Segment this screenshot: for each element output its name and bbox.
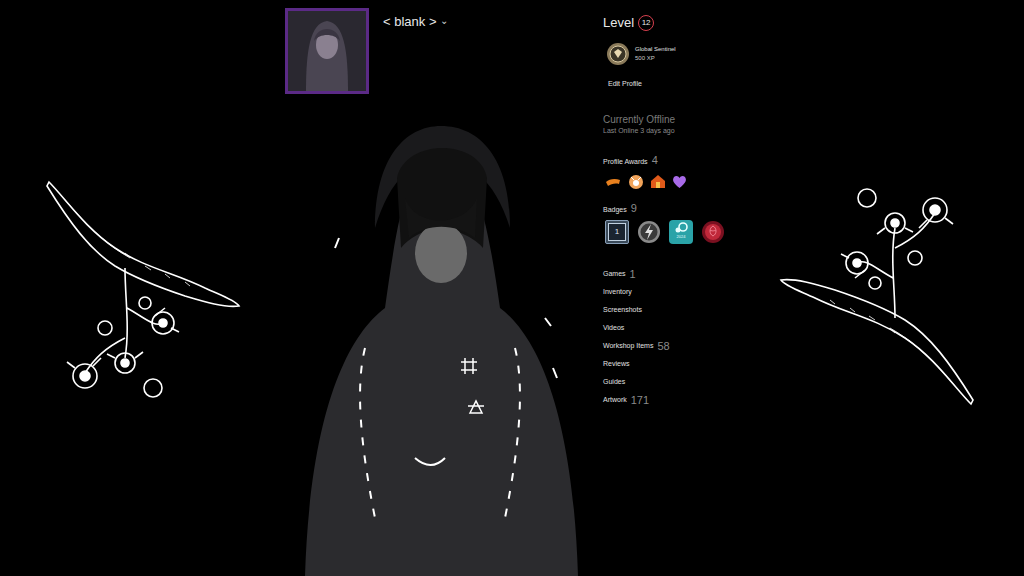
profile-link[interactable]: Videos: [603, 320, 773, 338]
edit-profile-button[interactable]: Edit Profile: [608, 79, 773, 90]
profile-link[interactable]: Screenshots: [603, 302, 773, 320]
profile-link[interactable]: Inventory: [603, 284, 773, 302]
profile-link-label: Guides: [603, 377, 625, 388]
profile-link-label: Inventory: [603, 287, 632, 298]
cat-award-icon[interactable]: [627, 173, 644, 190]
profile-link-count: 1: [630, 266, 636, 283]
profile-link-count: 171: [631, 392, 649, 409]
heart-award-icon[interactable]: [671, 173, 688, 190]
years-badge-inner: 1: [608, 223, 626, 241]
award-list: [605, 173, 773, 190]
profile-link-count: 58: [657, 338, 669, 355]
profile-header: < blank >⌄: [285, 8, 603, 576]
steam-logo-icon: [674, 222, 688, 234]
hand-award-icon[interactable]: [605, 173, 622, 190]
profile-links: Games 1 Inventory Screenshots Videos Workshop…: [603, 266, 773, 410]
profile-link-label: Reviews: [603, 359, 629, 370]
profile-link[interactable]: Reviews: [603, 356, 773, 374]
badges[interactable]: Badges 9: [603, 200, 773, 217]
profile-page: < blank >⌄ Level12 Global Sentinel500 XP Ed…: [0, 0, 1024, 576]
profile-link-label: Videos: [603, 323, 624, 334]
badges-label: Badges: [603, 205, 627, 216]
profile-link[interactable]: Guides: [603, 374, 773, 392]
profile-link-label: Games: [603, 269, 626, 280]
steam-year-badge[interactable]: 2024: [669, 220, 693, 244]
name-row[interactable]: < blank >⌄: [383, 14, 448, 30]
profile-awards-label: Profile Awards: [603, 157, 648, 168]
profile-link[interactable]: Workshop Items 58: [603, 338, 773, 356]
lightning-badge-icon[interactable]: [637, 220, 661, 244]
profile-name: < blank >: [383, 14, 437, 30]
last-online: Last Online 3 days ago: [603, 126, 773, 136]
profile-awards-count: 4: [652, 152, 658, 169]
years-badge-value: 1: [615, 227, 619, 237]
featured-badge-text: Global Sentinel500 XP: [635, 45, 676, 63]
profile-sidebar: Level12 Global Sentinel500 XP Edit Profile…: [603, 8, 773, 576]
snake-flower-art-icon: [775, 168, 975, 408]
level-row: Level12: [603, 14, 773, 32]
header-row: < blank >⌄: [285, 8, 603, 94]
profile-link[interactable]: Games 1: [603, 266, 773, 284]
featured-badge[interactable]: Global Sentinel500 XP: [606, 42, 773, 66]
avatar-icon[interactable]: [285, 8, 369, 94]
profile-link-label: Screenshots: [603, 305, 642, 316]
rose-badge-icon[interactable]: [701, 220, 725, 244]
snake-flower-art-icon: [45, 178, 245, 418]
profile-link[interactable]: Artwork 171: [603, 392, 773, 410]
years-badge[interactable]: 1: [605, 220, 629, 244]
sentinel-badge-icon: [606, 42, 630, 66]
badges-count: 9: [631, 200, 637, 217]
house-award-icon[interactable]: [649, 173, 666, 190]
online-status: Currently Offline: [603, 114, 773, 126]
badge-xp: 500 XP: [635, 54, 676, 63]
badge-name: Global Sentinel: [635, 45, 676, 54]
profile-link-label: Artwork: [603, 395, 627, 406]
profile-awards[interactable]: Profile Awards 4: [603, 152, 773, 169]
badge-list: 1 2024: [605, 220, 773, 244]
level-label: Level: [603, 13, 634, 33]
artwork-showcase-icon: [305, 118, 578, 576]
level-badge: 12: [638, 15, 654, 31]
profile-link-label: Workshop Items: [603, 341, 653, 352]
name-dropdown-caret[interactable]: ⌄: [440, 14, 448, 28]
steam-badge-year: 2024: [677, 234, 686, 239]
